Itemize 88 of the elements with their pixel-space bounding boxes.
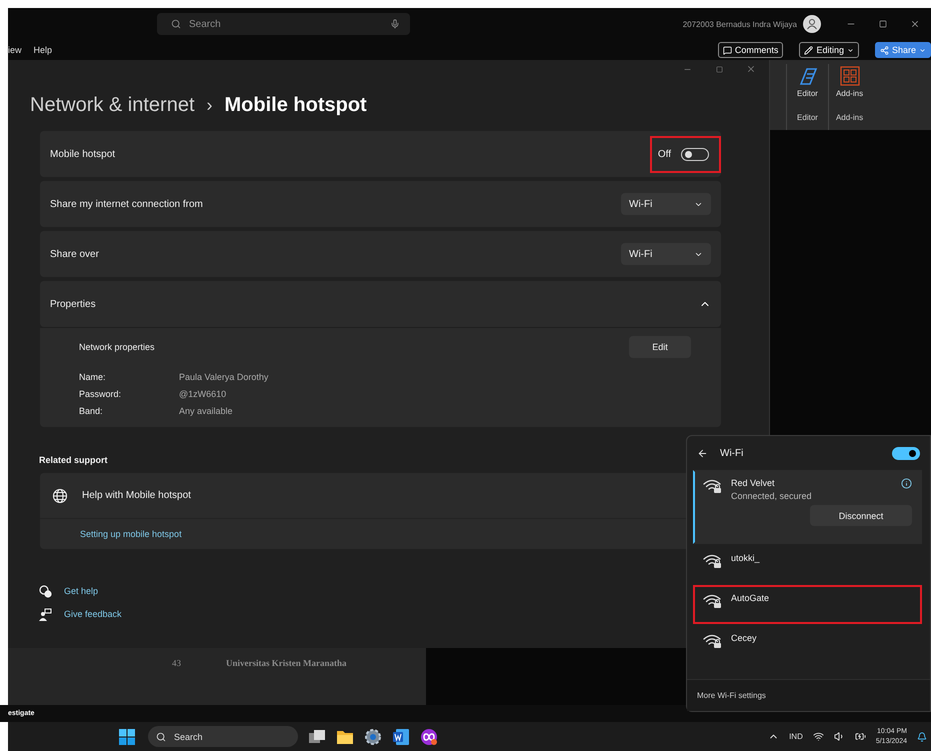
footer-link[interactable]: Give feedback (64, 609, 122, 619)
row-label: Share over (50, 248, 100, 260)
group-label: Add-ins (836, 113, 864, 122)
group-label: Editor (797, 113, 818, 122)
comment-icon (722, 46, 732, 54)
field-label: Band: (79, 406, 104, 416)
help-link[interactable]: Setting up mobile hotspot (80, 529, 182, 539)
back-arrow-icon (697, 448, 708, 458)
row-label: Share my internet connection from (50, 198, 204, 210)
menu-item[interactable]: iew (8, 45, 22, 55)
search-field[interactable]: Search (157, 13, 410, 35)
infinity-app-icon[interactable] (420, 728, 438, 746)
breadcrumb-link[interactable]: Network & internet (30, 94, 195, 117)
section-heading: Network properties (79, 342, 155, 352)
dropdown[interactable]: Wi-Fi (621, 243, 711, 265)
user-name: 2072003 Bernadus Indra Wijaya (682, 20, 797, 28)
field-value: @1zW6610 (179, 388, 228, 398)
menu-item[interactable]: Help (34, 45, 52, 55)
ribbon-button[interactable]: Add-ins (836, 66, 864, 98)
network-item[interactable]: Red Velvet Connected, secured Disconnect (693, 470, 922, 544)
search-icon (156, 732, 166, 742)
help-topic[interactable]: Help with Mobile hotspot (82, 490, 191, 501)
maximize-icon (716, 66, 722, 72)
close-icon (910, 19, 920, 29)
network-name: AutoGate (731, 593, 770, 603)
wifi-lock-icon (703, 553, 723, 569)
section-heading: Related support (39, 455, 109, 465)
breadcrumb-separator: › (206, 95, 213, 116)
globe-icon (52, 488, 68, 504)
close-icon (746, 64, 756, 74)
gear-icon[interactable] (364, 728, 382, 746)
pen-icon (798, 66, 818, 86)
wifi-toggle[interactable] (892, 446, 920, 460)
field-value: Any available (179, 406, 234, 416)
language-indicator[interactable]: IND (789, 732, 803, 741)
feedback-icon (39, 608, 52, 620)
field-value: Paula Valerya Dorothy (179, 372, 270, 382)
page-title: Mobile hotspot (224, 94, 367, 117)
network-status: Connected, secured (731, 491, 813, 501)
network-item[interactable]: Cecey (693, 625, 922, 664)
bell-icon[interactable] (917, 732, 927, 742)
more-settings-link[interactable]: More Wi-Fi settings (697, 691, 766, 700)
edit-button[interactable]: Edit (629, 336, 691, 358)
taskbar-search[interactable]: Search (148, 726, 298, 747)
wifi-lock-icon (703, 633, 723, 649)
row-label: Mobile hotspot (50, 148, 116, 160)
ribbon-button[interactable]: Editor (797, 66, 818, 98)
wifi-lock-icon (703, 478, 723, 494)
folder-icon[interactable] (336, 728, 354, 744)
network-name: Cecey (731, 633, 758, 643)
microphone-icon (390, 19, 400, 29)
toggle-switch[interactable] (681, 148, 709, 160)
wifi-lock-icon (703, 593, 723, 609)
network-item[interactable]: utokki_ (693, 545, 922, 584)
battery-icon[interactable] (854, 731, 866, 742)
network-name: Red Velvet Connected, secured (731, 478, 893, 501)
field-label: Name: (79, 372, 107, 382)
comments-button[interactable]: Comments (718, 42, 784, 58)
person-icon (806, 18, 818, 30)
windows-logo (119, 728, 135, 744)
page-number: 43 (172, 658, 181, 670)
search-icon (171, 19, 181, 29)
info-icon[interactable] (901, 478, 912, 489)
network-name: utokki_ (731, 553, 761, 563)
wifi-icon[interactable] (812, 731, 824, 742)
page-footer: Universitas Kristen Maranatha (226, 658, 346, 705)
disconnect-button[interactable]: Disconnect (810, 505, 912, 526)
avatar-icon[interactable] (803, 15, 821, 33)
volume-icon[interactable] (834, 731, 845, 742)
field-label: Password: (79, 388, 122, 398)
grid-icon (840, 66, 860, 86)
footer-link[interactable]: Get help (64, 586, 98, 596)
document-app-icon[interactable] (392, 728, 410, 746)
toggle-state: Off (658, 148, 671, 160)
pencil-icon (804, 46, 814, 54)
row-label: Properties (50, 298, 97, 310)
editing-button[interactable]: Editing (799, 42, 859, 58)
panel-title: Wi-Fi (720, 448, 744, 458)
back-button[interactable] (697, 448, 708, 458)
network-item[interactable]: AutoGate (693, 585, 922, 624)
task-view-icon[interactable] (308, 728, 326, 744)
restore-icon (879, 20, 887, 28)
share-button[interactable]: Share (874, 42, 931, 58)
dropdown[interactable]: Wi-Fi (621, 193, 711, 215)
share-icon (880, 46, 889, 54)
caret-icon (919, 46, 926, 54)
caret-icon (846, 46, 854, 54)
help-icon (39, 584, 52, 598)
